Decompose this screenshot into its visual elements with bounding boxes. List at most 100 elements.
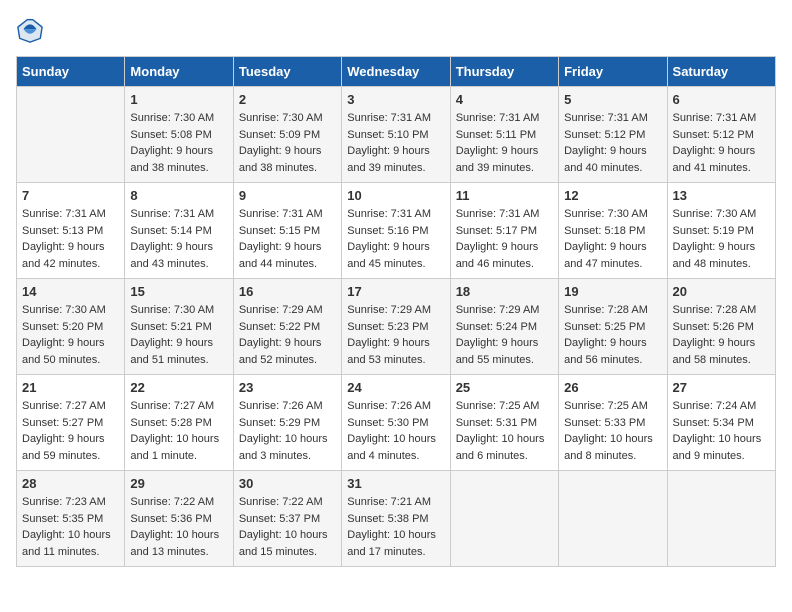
day-info: Sunrise: 7:29 AMSunset: 5:22 PMDaylight:…: [239, 302, 336, 368]
day-info: Sunrise: 7:31 AMSunset: 5:11 PMDaylight:…: [456, 110, 553, 176]
calendar-cell: 10 Sunrise: 7:31 AMSunset: 5:16 PMDaylig…: [342, 183, 450, 279]
calendar-cell: 16 Sunrise: 7:29 AMSunset: 5:22 PMDaylig…: [233, 279, 341, 375]
calendar-cell: [450, 471, 558, 567]
calendar-cell: 8 Sunrise: 7:31 AMSunset: 5:14 PMDayligh…: [125, 183, 233, 279]
day-number: 31: [347, 476, 444, 491]
calendar-cell: 23 Sunrise: 7:26 AMSunset: 5:29 PMDaylig…: [233, 375, 341, 471]
calendar-cell: 2 Sunrise: 7:30 AMSunset: 5:09 PMDayligh…: [233, 87, 341, 183]
header-day-thursday: Thursday: [450, 57, 558, 87]
day-number: 10: [347, 188, 444, 203]
calendar-cell: 19 Sunrise: 7:28 AMSunset: 5:25 PMDaylig…: [559, 279, 667, 375]
day-number: 24: [347, 380, 444, 395]
day-number: 11: [456, 188, 553, 203]
day-info: Sunrise: 7:27 AMSunset: 5:28 PMDaylight:…: [130, 398, 227, 464]
day-info: Sunrise: 7:26 AMSunset: 5:30 PMDaylight:…: [347, 398, 444, 464]
calendar-cell: 18 Sunrise: 7:29 AMSunset: 5:24 PMDaylig…: [450, 279, 558, 375]
day-number: 4: [456, 92, 553, 107]
day-info: Sunrise: 7:31 AMSunset: 5:12 PMDaylight:…: [673, 110, 770, 176]
day-number: 22: [130, 380, 227, 395]
day-info: Sunrise: 7:28 AMSunset: 5:26 PMDaylight:…: [673, 302, 770, 368]
day-info: Sunrise: 7:29 AMSunset: 5:23 PMDaylight:…: [347, 302, 444, 368]
day-number: 7: [22, 188, 119, 203]
day-number: 9: [239, 188, 336, 203]
calendar-week-4: 21 Sunrise: 7:27 AMSunset: 5:27 PMDaylig…: [17, 375, 776, 471]
day-info: Sunrise: 7:31 AMSunset: 5:14 PMDaylight:…: [130, 206, 227, 272]
day-number: 17: [347, 284, 444, 299]
calendar-cell: 31 Sunrise: 7:21 AMSunset: 5:38 PMDaylig…: [342, 471, 450, 567]
day-info: Sunrise: 7:28 AMSunset: 5:25 PMDaylight:…: [564, 302, 661, 368]
day-number: 18: [456, 284, 553, 299]
calendar-cell: 11 Sunrise: 7:31 AMSunset: 5:17 PMDaylig…: [450, 183, 558, 279]
day-info: Sunrise: 7:22 AMSunset: 5:37 PMDaylight:…: [239, 494, 336, 560]
logo-icon: [16, 16, 44, 44]
calendar-cell: 7 Sunrise: 7:31 AMSunset: 5:13 PMDayligh…: [17, 183, 125, 279]
calendar-cell: 25 Sunrise: 7:25 AMSunset: 5:31 PMDaylig…: [450, 375, 558, 471]
header-day-wednesday: Wednesday: [342, 57, 450, 87]
calendar-cell: 6 Sunrise: 7:31 AMSunset: 5:12 PMDayligh…: [667, 87, 775, 183]
calendar-cell: 28 Sunrise: 7:23 AMSunset: 5:35 PMDaylig…: [17, 471, 125, 567]
day-info: Sunrise: 7:31 AMSunset: 5:10 PMDaylight:…: [347, 110, 444, 176]
calendar-cell: 13 Sunrise: 7:30 AMSunset: 5:19 PMDaylig…: [667, 183, 775, 279]
page-header: [16, 16, 776, 44]
day-info: Sunrise: 7:29 AMSunset: 5:24 PMDaylight:…: [456, 302, 553, 368]
calendar-header-row: SundayMondayTuesdayWednesdayThursdayFrid…: [17, 57, 776, 87]
calendar-week-1: 1 Sunrise: 7:30 AMSunset: 5:08 PMDayligh…: [17, 87, 776, 183]
day-number: 27: [673, 380, 770, 395]
calendar-cell: 30 Sunrise: 7:22 AMSunset: 5:37 PMDaylig…: [233, 471, 341, 567]
day-number: 13: [673, 188, 770, 203]
day-number: 12: [564, 188, 661, 203]
day-info: Sunrise: 7:25 AMSunset: 5:31 PMDaylight:…: [456, 398, 553, 464]
calendar-cell: 17 Sunrise: 7:29 AMSunset: 5:23 PMDaylig…: [342, 279, 450, 375]
header-day-saturday: Saturday: [667, 57, 775, 87]
day-number: 3: [347, 92, 444, 107]
day-number: 23: [239, 380, 336, 395]
day-number: 6: [673, 92, 770, 107]
day-info: Sunrise: 7:23 AMSunset: 5:35 PMDaylight:…: [22, 494, 119, 560]
day-info: Sunrise: 7:26 AMSunset: 5:29 PMDaylight:…: [239, 398, 336, 464]
header-day-sunday: Sunday: [17, 57, 125, 87]
day-info: Sunrise: 7:31 AMSunset: 5:16 PMDaylight:…: [347, 206, 444, 272]
day-number: 15: [130, 284, 227, 299]
calendar-cell: 29 Sunrise: 7:22 AMSunset: 5:36 PMDaylig…: [125, 471, 233, 567]
calendar-cell: 20 Sunrise: 7:28 AMSunset: 5:26 PMDaylig…: [667, 279, 775, 375]
day-number: 19: [564, 284, 661, 299]
day-info: Sunrise: 7:30 AMSunset: 5:18 PMDaylight:…: [564, 206, 661, 272]
calendar-cell: 3 Sunrise: 7:31 AMSunset: 5:10 PMDayligh…: [342, 87, 450, 183]
day-info: Sunrise: 7:21 AMSunset: 5:38 PMDaylight:…: [347, 494, 444, 560]
calendar-table: SundayMondayTuesdayWednesdayThursdayFrid…: [16, 56, 776, 567]
day-info: Sunrise: 7:31 AMSunset: 5:12 PMDaylight:…: [564, 110, 661, 176]
day-number: 16: [239, 284, 336, 299]
calendar-cell: 26 Sunrise: 7:25 AMSunset: 5:33 PMDaylig…: [559, 375, 667, 471]
day-info: Sunrise: 7:30 AMSunset: 5:20 PMDaylight:…: [22, 302, 119, 368]
day-number: 1: [130, 92, 227, 107]
calendar-cell: 4 Sunrise: 7:31 AMSunset: 5:11 PMDayligh…: [450, 87, 558, 183]
calendar-cell: [667, 471, 775, 567]
day-number: 5: [564, 92, 661, 107]
day-number: 21: [22, 380, 119, 395]
calendar-cell: [17, 87, 125, 183]
day-info: Sunrise: 7:22 AMSunset: 5:36 PMDaylight:…: [130, 494, 227, 560]
day-info: Sunrise: 7:31 AMSunset: 5:13 PMDaylight:…: [22, 206, 119, 272]
logo: [16, 16, 48, 44]
calendar-cell: 5 Sunrise: 7:31 AMSunset: 5:12 PMDayligh…: [559, 87, 667, 183]
day-number: 29: [130, 476, 227, 491]
day-number: 2: [239, 92, 336, 107]
calendar-cell: 14 Sunrise: 7:30 AMSunset: 5:20 PMDaylig…: [17, 279, 125, 375]
day-info: Sunrise: 7:27 AMSunset: 5:27 PMDaylight:…: [22, 398, 119, 464]
calendar-cell: 27 Sunrise: 7:24 AMSunset: 5:34 PMDaylig…: [667, 375, 775, 471]
day-number: 14: [22, 284, 119, 299]
header-day-tuesday: Tuesday: [233, 57, 341, 87]
calendar-cell: 9 Sunrise: 7:31 AMSunset: 5:15 PMDayligh…: [233, 183, 341, 279]
day-info: Sunrise: 7:30 AMSunset: 5:08 PMDaylight:…: [130, 110, 227, 176]
header-day-friday: Friday: [559, 57, 667, 87]
header-day-monday: Monday: [125, 57, 233, 87]
day-number: 25: [456, 380, 553, 395]
day-info: Sunrise: 7:24 AMSunset: 5:34 PMDaylight:…: [673, 398, 770, 464]
calendar-cell: 1 Sunrise: 7:30 AMSunset: 5:08 PMDayligh…: [125, 87, 233, 183]
calendar-cell: 15 Sunrise: 7:30 AMSunset: 5:21 PMDaylig…: [125, 279, 233, 375]
calendar-week-2: 7 Sunrise: 7:31 AMSunset: 5:13 PMDayligh…: [17, 183, 776, 279]
calendar-cell: 24 Sunrise: 7:26 AMSunset: 5:30 PMDaylig…: [342, 375, 450, 471]
calendar-cell: 22 Sunrise: 7:27 AMSunset: 5:28 PMDaylig…: [125, 375, 233, 471]
calendar-week-5: 28 Sunrise: 7:23 AMSunset: 5:35 PMDaylig…: [17, 471, 776, 567]
day-info: Sunrise: 7:30 AMSunset: 5:19 PMDaylight:…: [673, 206, 770, 272]
